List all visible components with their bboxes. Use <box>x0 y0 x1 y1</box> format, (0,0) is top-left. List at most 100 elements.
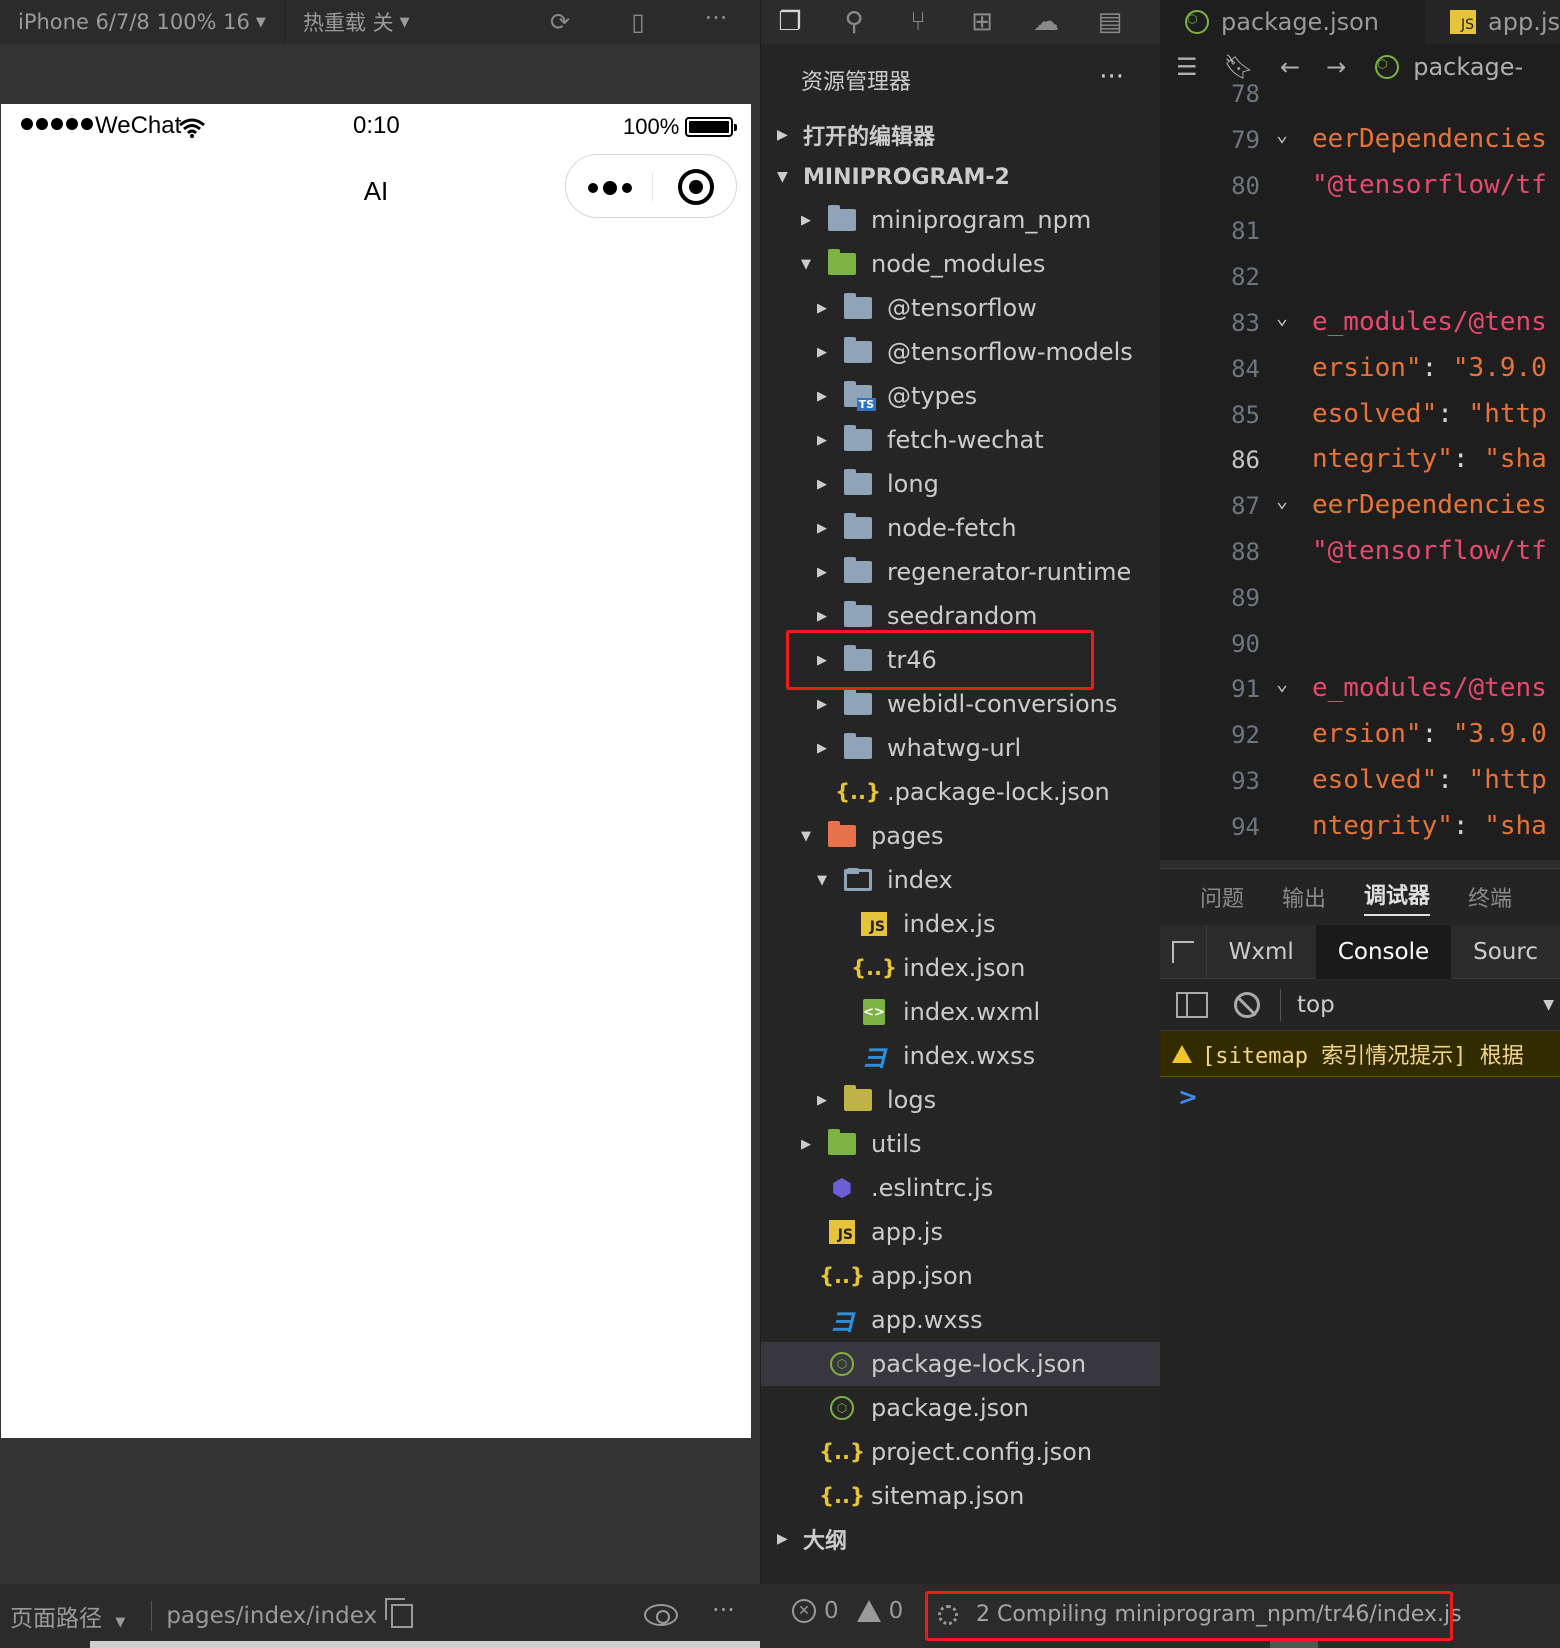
context-selector[interactable]: top <box>1297 992 1543 1018</box>
tree-item[interactable]: ▶ @tensorflow <box>761 286 1161 330</box>
capsule-close-button[interactable] <box>678 169 714 205</box>
tree-item[interactable]: JS app.js <box>761 1210 1161 1254</box>
extensions-icon[interactable]: ⊞ <box>967 7 997 37</box>
code-line[interactable]: 86 ntegrity": "sha <box>1160 436 1560 482</box>
section-outline[interactable]: ▶ 大纲 <box>761 1518 1161 1560</box>
tree-item[interactable]: ▶ miniprogram_npm <box>761 198 1161 242</box>
save-icon[interactable]: ▤ <box>1095 7 1125 37</box>
folder-icon: TS <box>843 381 876 411</box>
devtools-tab[interactable]: Console <box>1315 924 1452 979</box>
tree-item[interactable]: ヨ app.wxss <box>761 1298 1161 1342</box>
tree-item[interactable]: ▶ @tensorflow-models <box>761 330 1161 374</box>
devtools-tab[interactable]: Wxml <box>1207 925 1316 979</box>
source-control-icon[interactable]: ⑂ <box>903 7 933 37</box>
code-line[interactable]: 92 ersion": "3.9.0 <box>1160 711 1560 757</box>
code-line[interactable]: 88 "@tensorflow/tf <box>1160 528 1560 574</box>
line-number: 88 <box>1231 537 1260 566</box>
code-line[interactable]: 89 <box>1160 574 1560 620</box>
code-line[interactable]: 83 ⌄ e_modules/@tens <box>1160 299 1560 345</box>
chevron-down-icon[interactable]: ▼ <box>1543 997 1554 1013</box>
tree-item[interactable]: {..} sitemap.json <box>761 1474 1161 1518</box>
code-line[interactable]: 94 ntegrity": "sha <box>1160 803 1560 849</box>
code-line[interactable]: 90 <box>1160 620 1560 666</box>
code-line[interactable]: 82 <box>1160 253 1560 299</box>
tree-item[interactable]: ▼ node_modules <box>761 242 1161 286</box>
rotate-icon[interactable]: ⟳ <box>544 6 576 38</box>
code-line[interactable]: 93 esolved": "http <box>1160 757 1560 803</box>
tree-item[interactable]: <> index.wxml <box>761 990 1161 1034</box>
tree-item[interactable]: ▶ regenerator-runtime <box>761 550 1161 594</box>
tree-item[interactable]: ▶ TS @types <box>761 374 1161 418</box>
code-line[interactable]: 80 "@tensorflow/tf <box>1160 162 1560 208</box>
tree-item-label: pages <box>871 822 944 850</box>
docker-icon[interactable]: ☁ <box>1031 7 1061 37</box>
fold-chevron-icon[interactable]: ⌄ <box>1276 488 1288 512</box>
code-line[interactable]: 79 ⌄ eerDependencies <box>1160 116 1560 162</box>
tree-item[interactable]: ▶ utils <box>761 1122 1161 1166</box>
panel-tab[interactable]: 调试器 <box>1364 878 1431 916</box>
tree-item[interactable]: ▼ pages <box>761 814 1161 858</box>
tree-item-label: regenerator-runtime <box>887 558 1132 586</box>
tree-item[interactable]: {..} app.json <box>761 1254 1161 1298</box>
tab-package-json[interactable]: ⬡ package.json <box>1160 0 1427 44</box>
search-icon[interactable]: ⚲ <box>839 7 869 37</box>
code-line[interactable]: 78 <box>1160 70 1560 116</box>
tree-item[interactable]: ⬡ package.json <box>761 1386 1161 1430</box>
explorer-more-icon[interactable]: ··· <box>1099 62 1124 92</box>
problems-indicator[interactable]: ✕ 0 0 <box>792 1598 903 1624</box>
inspect-element-icon[interactable] <box>1160 924 1207 979</box>
devtools-tab[interactable]: Sourc <box>1451 925 1560 979</box>
capsule-more-button[interactable] <box>588 181 632 195</box>
section-project[interactable]: ▼ MINIPROGRAM-2 <box>761 156 1161 198</box>
console-prompt[interactable]: > <box>1178 1083 1198 1111</box>
tree-item[interactable]: ▶ node-fetch <box>761 506 1161 550</box>
tree-item[interactable]: {..} .package-lock.json <box>761 770 1161 814</box>
copy-icon[interactable] <box>385 1598 414 1628</box>
fold-chevron-icon[interactable]: ⌄ <box>1276 305 1288 329</box>
code-line[interactable]: 87 ⌄ eerDependencies <box>1160 482 1560 528</box>
chevron-right-icon: ▶ <box>801 212 811 228</box>
tree-item[interactable]: JS index.js <box>761 902 1161 946</box>
tree-item[interactable]: ヨ index.wxss <box>761 1034 1161 1078</box>
line-number: 87 <box>1231 492 1260 521</box>
device-selector[interactable]: iPhone 6/7/8 100% 16 ▼ <box>0 0 285 44</box>
status-scrollbar[interactable] <box>1270 1641 1318 1648</box>
tree-item[interactable]: ▶ whatwg-url <box>761 726 1161 770</box>
code-text: ersion": "3.9.0 <box>1312 719 1547 749</box>
panel-tab[interactable]: 输出 <box>1282 881 1326 913</box>
horizontal-scrollbar[interactable] <box>90 1641 780 1648</box>
tree-item[interactable]: ▶ fetch-wechat <box>761 418 1161 462</box>
line-number: 84 <box>1231 354 1260 383</box>
tree-item[interactable]: ▶ long <box>761 462 1161 506</box>
tree-item[interactable]: {..} index.json <box>761 946 1161 990</box>
clear-console-icon[interactable] <box>1234 991 1260 1018</box>
more-icon[interactable]: ··· <box>712 1596 735 1624</box>
fold-chevron-icon[interactable]: ⌄ <box>1276 122 1288 146</box>
tree-item[interactable]: ⬡ package-lock.json <box>761 1342 1161 1386</box>
console-sidebar-icon[interactable] <box>1176 991 1208 1018</box>
tree-item[interactable]: ⬢ .eslintrc.js <box>761 1166 1161 1210</box>
tab-app-js[interactable]: JS app.js <box>1426 0 1560 44</box>
fold-chevron-icon[interactable]: ⌄ <box>1276 671 1288 695</box>
code-text: ersion": "3.9.0 <box>1312 353 1547 383</box>
code-area[interactable]: 78 79 ⌄ eerDependencies 80 "@tensorflow/tf 81 8… <box>1160 70 1560 849</box>
tree-item[interactable]: {..} project.config.json <box>761 1430 1161 1474</box>
hot-reload-selector[interactable]: 热重载 关 ▼ <box>285 0 428 44</box>
panel-tab[interactable]: 问题 <box>1200 881 1244 913</box>
code-line[interactable]: 91 ⌄ e_modules/@tens <box>1160 665 1560 711</box>
folder-icon <box>843 337 873 365</box>
code-line[interactable]: 81 <box>1160 207 1560 253</box>
code-line[interactable]: 85 esolved": "http <box>1160 391 1560 437</box>
section-open-editors[interactable]: ▶ 打开的编辑器 <box>761 114 1161 156</box>
editor-tabs: ⬡ package.json JS app.js <box>1160 0 1560 44</box>
code-line[interactable]: 84 ersion": "3.9.0 <box>1160 345 1560 391</box>
panel-tab[interactable]: 终端 <box>1468 881 1512 913</box>
phone-screen[interactable]: WeChat 0:10 100% AI <box>1 104 751 1438</box>
files-icon[interactable]: ❐ <box>775 7 805 37</box>
tree-item[interactable]: ▶ logs <box>761 1078 1161 1122</box>
tree-item[interactable]: ▼ index <box>761 858 1161 902</box>
more-icon[interactable]: ··· <box>700 2 732 34</box>
eye-icon[interactable] <box>644 1604 678 1626</box>
phone-icon[interactable]: ▯ <box>622 6 654 38</box>
page-path-selector[interactable]: 页面路径 ▼ <box>0 1599 137 1633</box>
